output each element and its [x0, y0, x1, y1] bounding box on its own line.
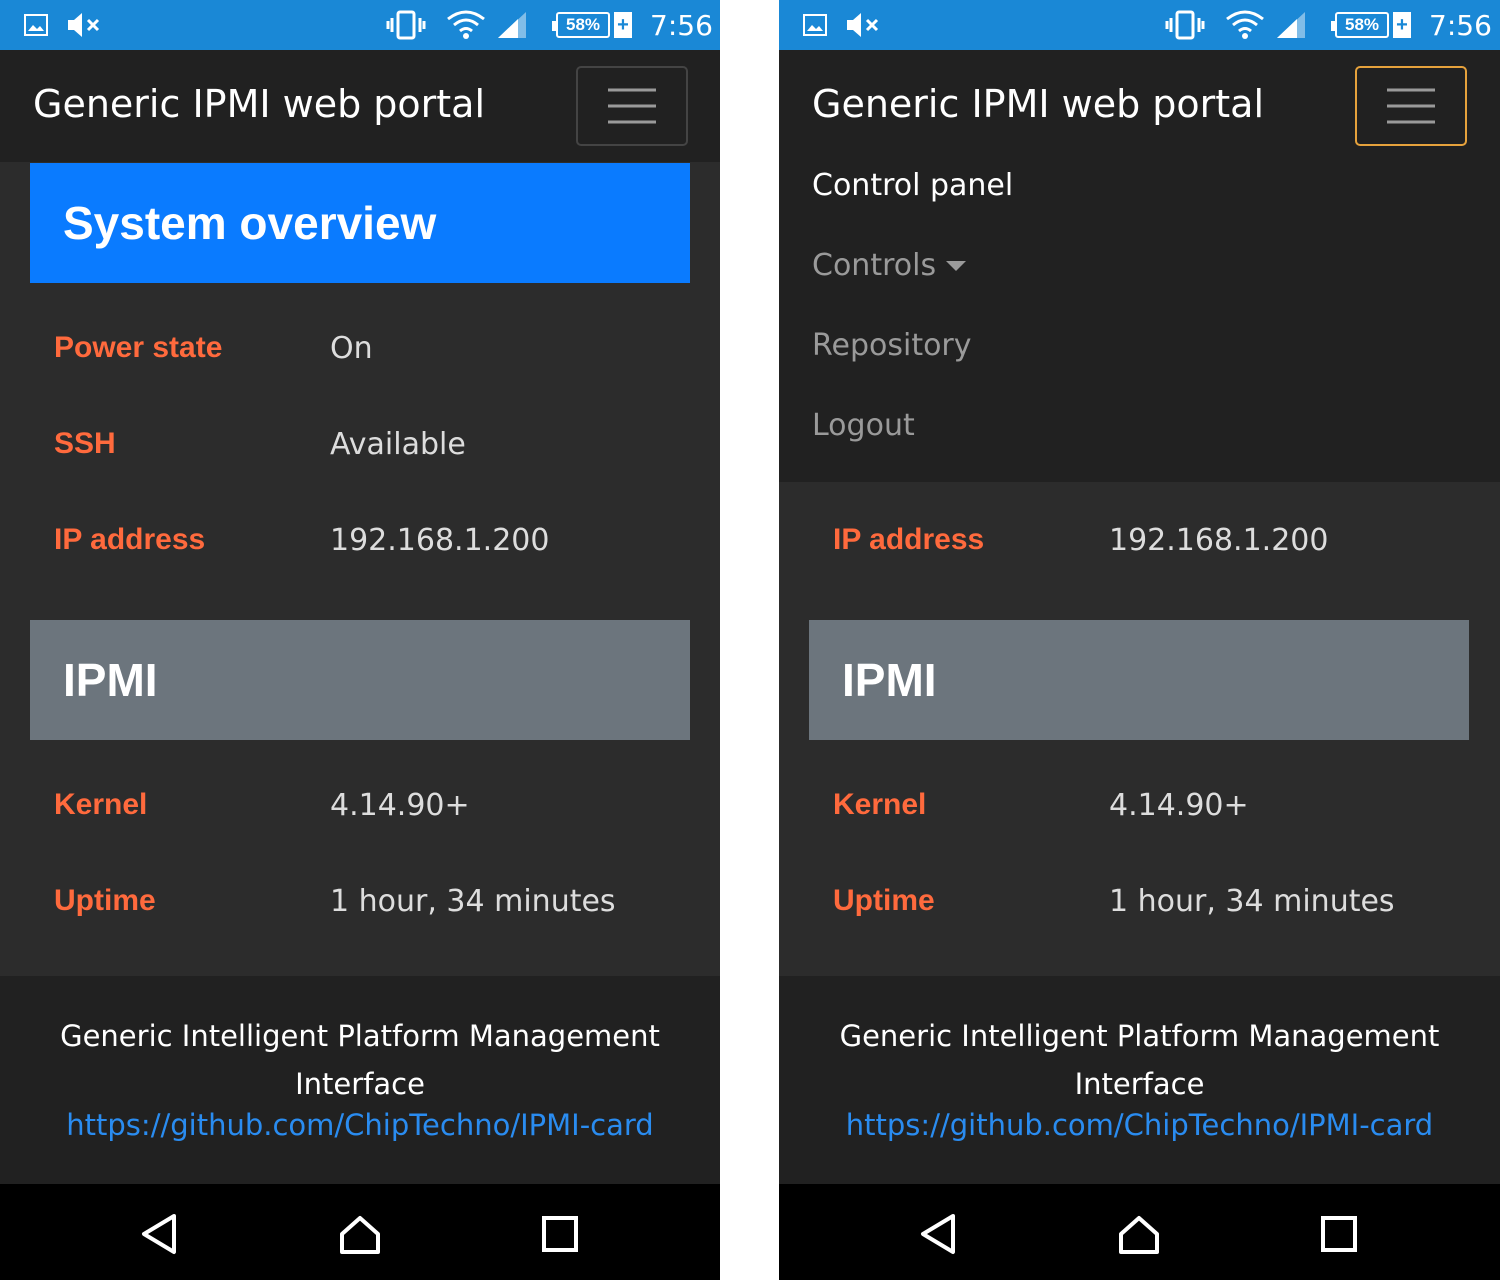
kernel-value: 4.14.90+: [1109, 788, 1249, 823]
kernel-value: 4.14.90+: [330, 788, 470, 823]
battery-percent: 58%: [1331, 12, 1389, 38]
github-link[interactable]: https://github.com/ChipTechno/IPMI-card: [0, 1108, 720, 1142]
recent-apps-icon[interactable]: [538, 1212, 582, 1256]
back-icon[interactable]: [917, 1212, 961, 1256]
ipmi-header: IPMI: [809, 620, 1469, 740]
footer: Generic Intelligent Platform Management …: [0, 976, 720, 1184]
footer-line-2: Interface: [295, 1067, 425, 1101]
vibrate-icon: [386, 0, 426, 50]
charging-icon: +: [614, 12, 632, 38]
clock: 7:56: [650, 8, 713, 42]
uptime-value: 1 hour, 34 minutes: [1109, 884, 1395, 919]
navbar: Generic IPMI web portal: [0, 50, 720, 162]
nav-control-panel[interactable]: Control panel: [812, 168, 1013, 203]
hamburger-icon: [1387, 88, 1435, 124]
footer-description: Generic Intelligent Platform Management …: [779, 1012, 1500, 1108]
footer-line-1: Generic Intelligent Platform Management: [60, 1019, 660, 1053]
uptime-label: Uptime: [54, 884, 156, 917]
menu-toggle-button[interactable]: [1355, 66, 1467, 146]
navbar-brand[interactable]: Generic IPMI web portal: [33, 82, 485, 126]
nav-repository[interactable]: Repository: [812, 328, 972, 363]
power-state-value: On: [330, 331, 373, 366]
phone-screen-right: 58% + 7:56 Generic IPMI web portal Contr…: [779, 0, 1500, 1280]
power-state-label: Power state: [54, 331, 223, 364]
uptime-label: Uptime: [833, 884, 935, 917]
footer-line-1: Generic Intelligent Platform Management: [839, 1019, 1440, 1053]
footer: Generic Intelligent Platform Management …: [779, 976, 1500, 1184]
charging-icon: +: [1393, 12, 1411, 38]
nav-menu: Control panel Controls Repository Logout: [779, 162, 1500, 482]
home-icon[interactable]: [1117, 1212, 1161, 1256]
ip-address-value: 192.168.1.200: [1109, 523, 1329, 558]
ipmi-header: IPMI: [30, 620, 690, 740]
nav-logout[interactable]: Logout: [812, 408, 915, 443]
footer-line-2: Interface: [1074, 1067, 1205, 1101]
menu-toggle-button[interactable]: [576, 66, 688, 146]
home-icon[interactable]: [338, 1212, 382, 1256]
battery-indicator: 58% +: [1331, 0, 1411, 50]
ssh-label: SSH: [54, 427, 116, 460]
battery-indicator: 58% +: [552, 0, 632, 50]
footer-description: Generic Intelligent Platform Management …: [0, 1012, 720, 1108]
android-nav-bar: [0, 1184, 720, 1280]
wifi-icon: [1225, 0, 1265, 50]
vibrate-icon: [1165, 0, 1205, 50]
navbar-brand[interactable]: Generic IPMI web portal: [812, 82, 1264, 126]
signal-icon: [496, 0, 528, 50]
ssh-value: Available: [330, 427, 466, 462]
github-link[interactable]: https://github.com/ChipTechno/IPMI-card: [779, 1108, 1500, 1142]
uptime-value: 1 hour, 34 minutes: [330, 884, 616, 919]
status-bar: 58% + 7:56: [779, 0, 1500, 50]
navbar: Generic IPMI web portal: [779, 50, 1500, 162]
caret-down-icon: [946, 260, 967, 271]
hamburger-icon: [608, 88, 656, 124]
recent-apps-icon[interactable]: [1317, 1212, 1361, 1256]
mute-icon: [66, 0, 102, 50]
clock: 7:56: [1429, 8, 1492, 42]
phone-screen-left: 58% + 7:56 Generic IPMI web portal Syste…: [0, 0, 720, 1280]
battery-percent: 58%: [552, 12, 610, 38]
kernel-label: Kernel: [54, 788, 148, 821]
kernel-label: Kernel: [833, 788, 927, 821]
wifi-icon: [446, 0, 486, 50]
nav-controls-dropdown[interactable]: Controls: [812, 248, 967, 283]
ip-address-label: IP address: [54, 523, 206, 556]
status-bar: 58% + 7:56: [0, 0, 720, 50]
gallery-icon: [803, 0, 827, 50]
android-nav-bar: [779, 1184, 1500, 1280]
nav-controls-label: Controls: [812, 248, 937, 283]
signal-icon: [1275, 0, 1307, 50]
mute-icon: [845, 0, 881, 50]
system-overview-header: System overview: [30, 163, 690, 283]
back-icon[interactable]: [138, 1212, 182, 1256]
gallery-icon: [24, 0, 48, 50]
ip-address-label: IP address: [833, 523, 985, 556]
ip-address-value: 192.168.1.200: [330, 523, 550, 558]
